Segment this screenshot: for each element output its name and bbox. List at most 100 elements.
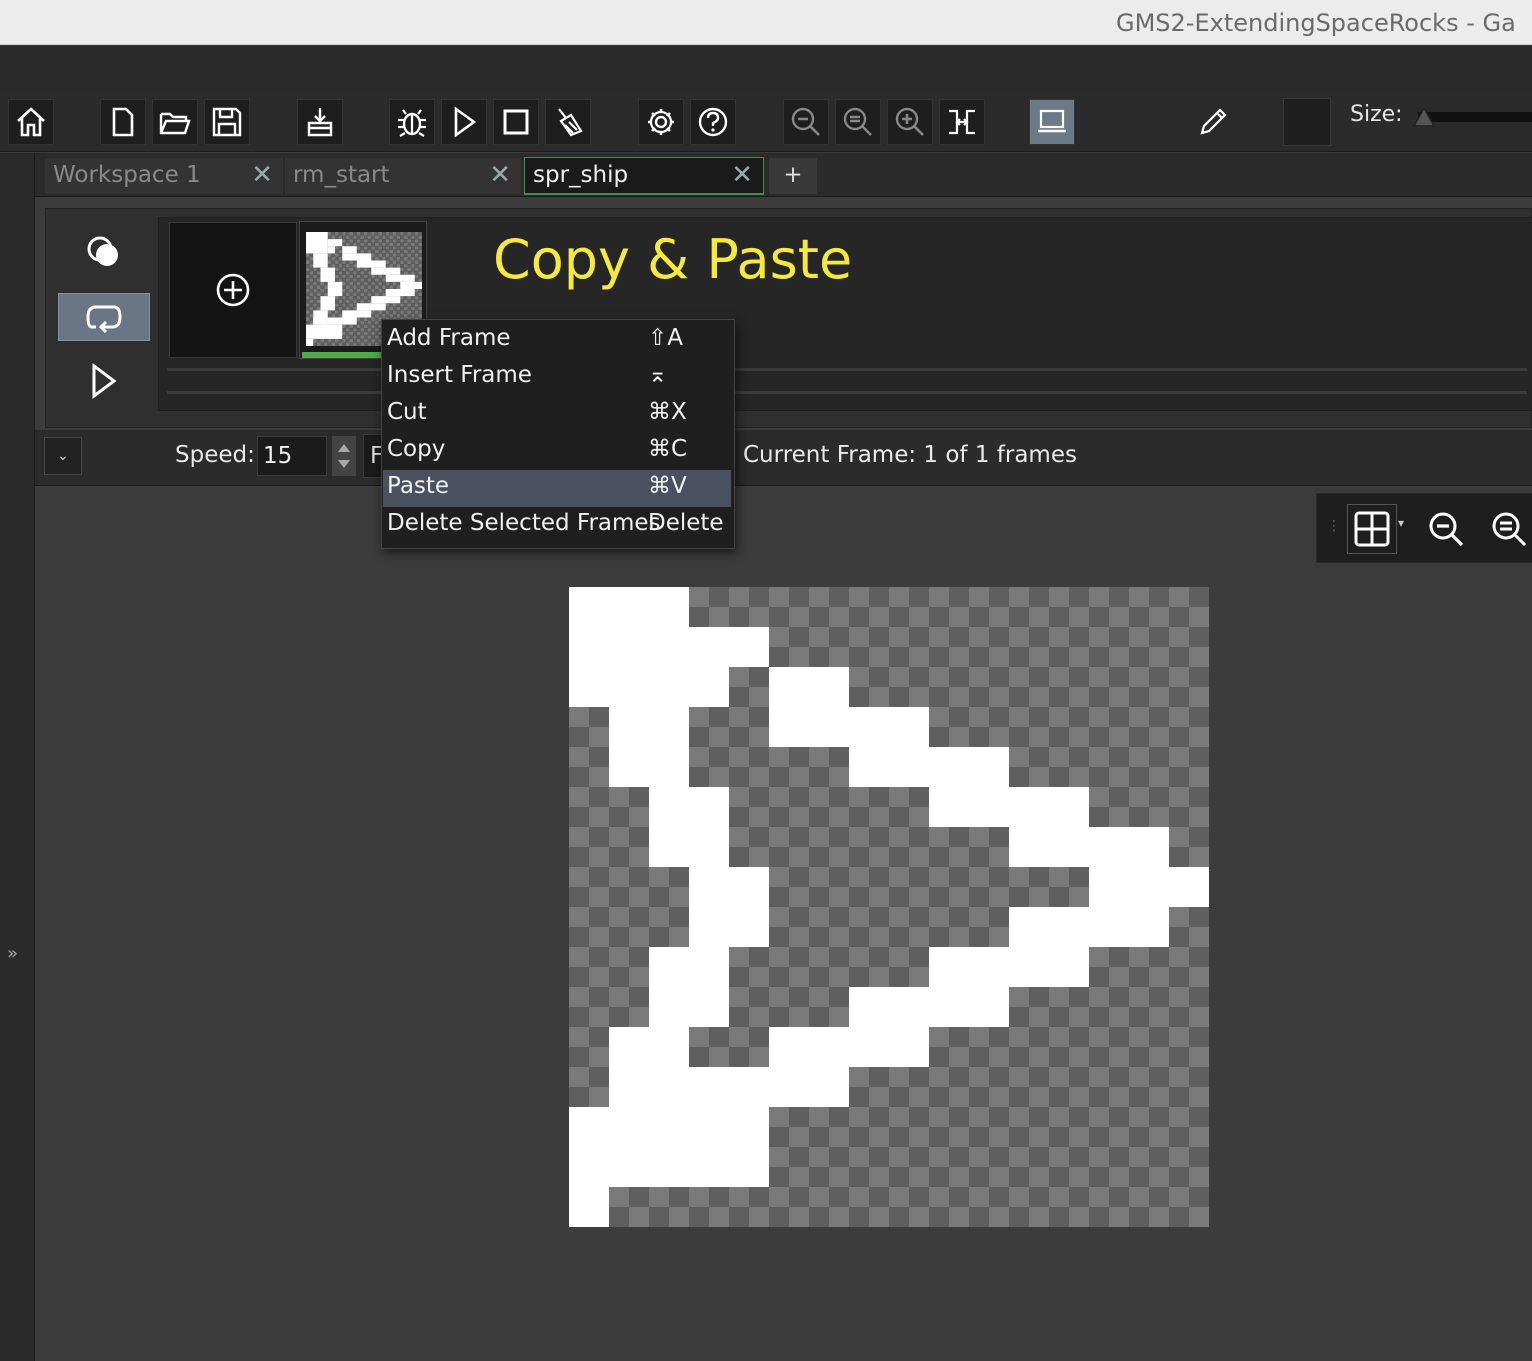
home-icon bbox=[17, 107, 45, 137]
settings-button[interactable] bbox=[638, 99, 684, 145]
sprite-pixel bbox=[371, 296, 401, 304]
fit-icon bbox=[949, 109, 975, 135]
new-file-icon bbox=[112, 107, 134, 137]
sprite-pixel bbox=[649, 787, 729, 867]
dropdown-arrow-icon[interactable]: ▾ bbox=[1398, 516, 1404, 530]
tab-bar: Workspace 1 ✕ rm_start ✕ spr_ship ✕ + bbox=[35, 153, 1532, 197]
settings-icon bbox=[648, 109, 674, 135]
home-button[interactable] bbox=[8, 99, 54, 145]
speed-bar: ⌄ Speed: 15 F Current Frame: 1 of 1 fram… bbox=[35, 430, 1532, 486]
zoom-reset-button[interactable] bbox=[835, 99, 881, 145]
loop-button[interactable] bbox=[58, 293, 150, 341]
menu-item-shortcut: ⌘V bbox=[648, 473, 687, 499]
pencil-icon bbox=[1200, 108, 1227, 135]
grid-toggle-button[interactable] bbox=[1347, 504, 1397, 554]
menu-item-label: Cut bbox=[387, 399, 427, 425]
open-folder-icon bbox=[159, 112, 191, 135]
grid-icon bbox=[1354, 511, 1390, 547]
sprite-pixel bbox=[313, 317, 328, 325]
tab-label: rm_start bbox=[293, 162, 390, 188]
menu-item-add-frame[interactable]: Add Frame ⇧A bbox=[383, 322, 731, 359]
sprite-pixel bbox=[769, 707, 929, 747]
menu-item-shortcut: ⌅ bbox=[648, 362, 668, 388]
annotation-heading: Copy & Paste bbox=[493, 228, 853, 291]
fit-button[interactable] bbox=[939, 99, 985, 145]
sprite-pixel bbox=[385, 274, 415, 282]
stop-icon bbox=[503, 109, 529, 135]
close-tab-icon[interactable]: ✕ bbox=[489, 160, 511, 190]
expand-panel-icon[interactable]: » bbox=[7, 943, 18, 964]
open-folder-button[interactable] bbox=[152, 99, 198, 145]
tab-spr-ship[interactable]: spr_ship ✕ bbox=[524, 157, 764, 195]
sprite-pixel bbox=[689, 667, 729, 707]
menu-item-label: Paste bbox=[387, 473, 450, 499]
sprite-pixel bbox=[929, 787, 1089, 827]
stop-button[interactable] bbox=[493, 99, 539, 145]
add-frame-slot[interactable] bbox=[169, 222, 297, 358]
sprite-pixel bbox=[306, 324, 343, 339]
menu-item-cut[interactable]: Cut ⌘X bbox=[383, 396, 731, 433]
sprite-pixel bbox=[342, 253, 372, 261]
sprite-canvas[interactable] bbox=[569, 587, 1209, 1227]
size-slider[interactable] bbox=[1412, 106, 1532, 127]
title-bar: GMS2-ExtendingSpaceRocks - Ga bbox=[0, 0, 1532, 45]
sprite-pixel bbox=[689, 867, 769, 947]
sprite-pixel bbox=[327, 281, 343, 297]
debug-button[interactable] bbox=[389, 99, 435, 145]
onion-skin-button[interactable] bbox=[58, 229, 150, 277]
menu-item-label: Add Frame bbox=[387, 325, 511, 351]
menu-item-shortcut: ⇧A bbox=[648, 325, 684, 351]
canvas-zoom-reset-button[interactable] bbox=[1484, 504, 1532, 554]
main-toolbar: Size: bbox=[0, 94, 1532, 152]
add-circle-icon bbox=[216, 273, 250, 307]
canvas-toolbar: ⋮ ▾ bbox=[1316, 493, 1532, 563]
tab-workspace-1[interactable]: Workspace 1 ✕ bbox=[44, 157, 284, 195]
menu-item-shortcut: ⌘C bbox=[648, 436, 688, 462]
debug-icon bbox=[398, 109, 426, 137]
sprite-pixel bbox=[385, 289, 415, 297]
color-swatch[interactable] bbox=[1283, 98, 1331, 146]
slider-thumb-icon[interactable] bbox=[1410, 106, 1442, 130]
menu-item-paste[interactable]: Paste ⌘V bbox=[383, 470, 731, 507]
collapse-button[interactable]: ⌄ bbox=[44, 437, 82, 475]
drag-handle-icon[interactable]: ⋮ bbox=[1327, 518, 1341, 534]
frame-context-menu: Add Frame ⇧A Insert Frame ⌅ Cut ⌘X Copy ⌘C P… bbox=[381, 319, 735, 549]
zoom-out-button[interactable] bbox=[783, 99, 829, 145]
help-button[interactable] bbox=[690, 99, 736, 145]
run-button[interactable] bbox=[441, 99, 487, 145]
sprite-pixel bbox=[327, 239, 343, 247]
sprite-pixel bbox=[929, 947, 1089, 987]
save-button[interactable] bbox=[204, 99, 250, 145]
sprite-pixel bbox=[306, 338, 314, 346]
device-button[interactable] bbox=[1029, 99, 1075, 145]
close-tab-icon[interactable]: ✕ bbox=[731, 160, 753, 190]
menu-item-insert-frame[interactable]: Insert Frame ⌅ bbox=[383, 359, 731, 396]
sprite-pixel bbox=[356, 303, 386, 311]
clean-button[interactable] bbox=[545, 99, 591, 145]
zoom-in-button[interactable] bbox=[887, 99, 933, 145]
sprite-pixel bbox=[400, 281, 422, 289]
close-tab-icon[interactable]: ✕ bbox=[251, 160, 273, 190]
sprite-pixel bbox=[769, 1027, 929, 1067]
create-executable-button[interactable] bbox=[297, 99, 343, 145]
zoom-reset-icon bbox=[1492, 512, 1527, 547]
speed-stepper[interactable] bbox=[332, 436, 356, 476]
new-file-button[interactable] bbox=[100, 99, 146, 145]
canvas-zoom-out-button[interactable] bbox=[1421, 504, 1471, 554]
tab-rm-start[interactable]: rm_start ✕ bbox=[284, 157, 522, 195]
run-icon bbox=[454, 106, 477, 138]
play-button[interactable] bbox=[58, 357, 150, 405]
speed-input[interactable]: 15 bbox=[257, 436, 327, 476]
tab-label: spr_ship bbox=[533, 162, 629, 188]
play-icon bbox=[92, 363, 117, 399]
sprite-pixel bbox=[306, 232, 328, 254]
sprite-pixel bbox=[849, 747, 1009, 787]
sprite-pixel bbox=[689, 1067, 849, 1107]
menu-item-delete-selected-frames[interactable]: Delete Selected Frames Delete bbox=[383, 507, 731, 544]
sprite-pixel bbox=[569, 1187, 609, 1227]
add-tab-button[interactable]: + bbox=[768, 157, 818, 195]
sprite-pixel bbox=[1009, 907, 1169, 947]
pencil-tool-button[interactable] bbox=[1190, 99, 1236, 145]
frame-selected-indicator bbox=[302, 352, 386, 358]
menu-item-copy[interactable]: Copy ⌘C bbox=[383, 433, 731, 470]
